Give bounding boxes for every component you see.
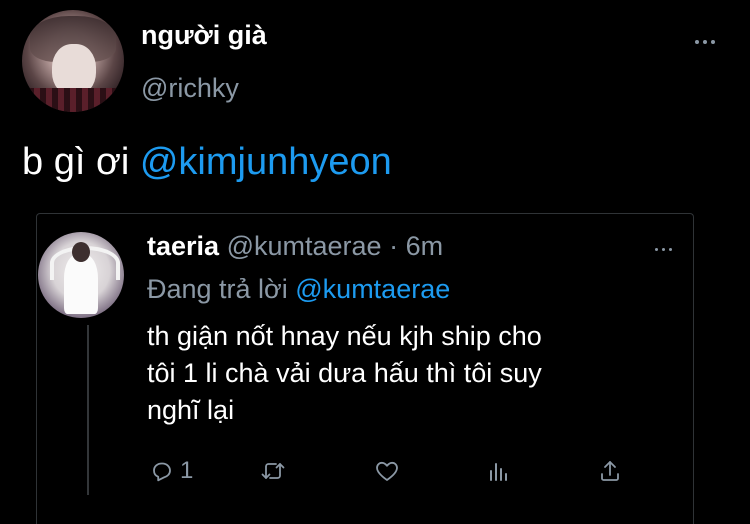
quoted-separator: · [381,231,406,261]
stats-icon [490,463,507,481]
quoted-display-name[interactable]: taeria [147,231,219,261]
reply-button[interactable]: 1 [150,456,193,486]
share-button[interactable] [598,456,622,486]
author-display-name[interactable]: người già [141,20,267,51]
author-avatar[interactable] [22,10,124,112]
dot [695,40,699,44]
reply-count: 1 [180,457,194,484]
stats-button[interactable] [486,456,510,486]
quoted-body: th giận nốt hnay nếu kjh ship cho tôi 1 … [147,318,687,429]
avatar-head [72,242,90,262]
more-options-icon[interactable] [695,40,715,44]
dot [703,40,707,44]
reply-icon [153,462,171,482]
tweet-text: b gì ơi @kimjunhyeon [22,141,392,184]
quoted-body-line: nghĩ lại [147,395,235,425]
like-button[interactable] [374,456,400,486]
like-icon [376,461,398,481]
replying-to: Đang trả lời @kumtaerae [147,274,450,305]
share-icon [601,461,619,481]
tweet-text-plain: b gì ơi [22,141,140,183]
avatar-figure [64,254,98,314]
tweet-mention-link[interactable]: @kimjunhyeon [140,141,392,183]
quoted-handle[interactable]: @kumtaerae [227,231,382,261]
thread-line [87,325,89,495]
quoted-body-line: th giận nốt hnay nếu kjh ship cho [147,321,542,351]
replying-to-prefix: Đang trả lời [147,274,296,304]
replying-to-mention[interactable]: @kumtaerae [295,274,450,304]
quoted-header: taeria @kumtaerae · 6m [147,231,443,262]
quoted-author-avatar[interactable] [38,232,124,318]
quoted-body-line: tôi 1 li chà vải dưa hấu thì tôi suy [147,358,542,388]
dot [711,40,715,44]
dot [669,248,672,251]
dot [662,248,665,251]
avatar-shirt [22,88,124,112]
quoted-time[interactable]: 6m [406,231,444,261]
dot [655,248,658,251]
quoted-more-options-icon[interactable] [655,248,672,251]
retweet-button[interactable] [259,456,287,486]
retweet-icon [261,463,285,479]
author-handle[interactable]: @richky [141,73,239,104]
